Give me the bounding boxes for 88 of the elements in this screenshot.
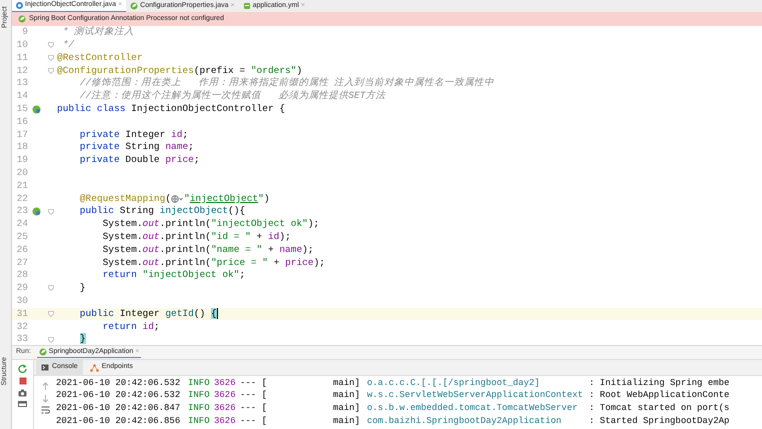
log-level: INFO: [188, 402, 211, 416]
log-thread: main]: [332, 415, 360, 428]
line-number: 11: [16, 50, 28, 65]
code-line: */: [62, 38, 74, 52]
log-logger: o.a.c.c.C.[.[.[/springboot_day2]: [367, 376, 541, 390]
config-file-icon: [242, 2, 251, 10]
text-caret: [216, 308, 218, 320]
code-line: private Double price;: [78, 153, 200, 168]
layout-icon[interactable]: [18, 401, 27, 407]
log-separator: --- [: [240, 402, 268, 416]
code-line: return id;: [102, 320, 160, 334]
code-line: * 测试对象注入: [62, 26, 134, 40]
log-pid: 3626: [214, 389, 237, 402]
log-pid: 3626: [214, 376, 237, 390]
log-separator: --- [: [240, 389, 268, 402]
line-number: 24: [16, 217, 28, 232]
line-number: 28: [16, 268, 28, 282]
log-timestamp: 2021-06-10 20:42:06.856: [56, 415, 182, 428]
endpoints-icon: [90, 364, 99, 372]
line-number: 23: [16, 204, 28, 218]
class-icon: [16, 2, 23, 9]
log-message: : Tomcat started on port(s: [589, 402, 730, 416]
log-timestamp: 2021-06-10 20:42:06.532: [56, 389, 182, 402]
leaf-icon: [18, 15, 26, 23]
line-number: 27: [16, 256, 28, 270]
code-line: System.out.println("price = " + price);: [102, 256, 325, 270]
code-line: @RestController: [57, 50, 143, 65]
log-logger: com.baizhi.SpringbootDay2Application: [367, 415, 562, 428]
code-line: private String name;: [78, 140, 194, 154]
line-number: 10: [16, 38, 28, 52]
code-line: System.out.println("name = " + name);: [102, 242, 314, 257]
globe-icon[interactable]: [171, 194, 184, 203]
line-number: 32: [16, 320, 28, 334]
camera-icon[interactable]: [18, 389, 27, 397]
line-number: 25: [16, 230, 28, 244]
line-number: 26: [16, 242, 28, 257]
line-number: 16: [16, 114, 28, 129]
line-number: 31: [16, 306, 28, 321]
log-thread: main]: [332, 376, 360, 390]
line-number: 13: [16, 76, 28, 90]
code-line: //修饰范围：用在类上 作用：用来将指定前缀的属性 注入到当前对象中属性名一致属性中: [78, 76, 494, 90]
code-line: //注意：使用这个注解为属性一次性赋值 必须为属性提供SET方法: [78, 89, 386, 104]
code-line: System.out.println("id = " + id);: [102, 230, 291, 244]
log-pid: 3626: [214, 415, 237, 428]
code-line: public Integer getId() {: [78, 306, 217, 321]
log-message: : Root WebApplicationConte: [589, 389, 730, 402]
log-separator: --- [: [240, 415, 268, 428]
up-arrow-icon[interactable]: [42, 382, 48, 391]
log-level: INFO: [188, 389, 211, 402]
line-number: 15: [16, 102, 28, 116]
log-timestamp: 2021-06-10 20:42:06.847: [56, 402, 182, 416]
log-thread: main]: [332, 402, 360, 416]
code-line: System.out.println("injectObject ok");: [102, 217, 320, 232]
line-number: 17: [16, 128, 28, 142]
log-logger: w.s.c.ServletWebServerApplicationContext: [367, 389, 584, 402]
stop-icon[interactable]: [18, 377, 26, 385]
line-number: 14: [16, 89, 28, 104]
line-number: 20: [16, 166, 28, 180]
code-line: private Integer id;: [78, 128, 188, 142]
code-line: public class InjectionObjectController {: [57, 102, 286, 116]
wrap-icon[interactable]: [40, 406, 50, 414]
console-icon: [41, 364, 49, 371]
line-number: 9: [21, 26, 28, 40]
log-logger: o.s.b.w.embedded.tomcat.TomcatWebServer: [367, 402, 579, 416]
leaf-icon: [130, 2, 138, 10]
line-number: 22: [16, 192, 28, 206]
log-pid: 3626: [214, 402, 237, 416]
log-message: : Started SpringbootDay2Ap: [589, 415, 730, 428]
down-arrow-icon[interactable]: [42, 394, 48, 403]
line-number: 12: [16, 64, 28, 78]
rerun-icon[interactable]: [18, 364, 27, 373]
code-line: return "injectObject ok";: [102, 268, 246, 282]
log-timestamp: 2021-06-10 20:42:06.532: [56, 376, 182, 390]
line-number: 21: [16, 178, 28, 193]
line-number: 29: [16, 281, 28, 296]
code-line: @RequestMapping( "injectObject"): [78, 192, 270, 206]
line-number: 18: [16, 140, 28, 154]
line-number: 33: [16, 332, 28, 345]
code-line: @ConfigurationProperties(prefix = "orders"): [57, 64, 302, 77]
log-level: INFO: [188, 376, 211, 390]
line-number: 19: [16, 153, 28, 168]
log-level: INFO: [188, 415, 211, 428]
line-number: 30: [16, 294, 28, 308]
code-line: public String injectObject(){: [78, 204, 246, 218]
log-thread: main]: [332, 389, 360, 402]
log-message: : Initializing Spring embe: [589, 376, 730, 390]
code-line: }: [78, 281, 86, 296]
log-separator: --- [: [240, 376, 268, 390]
